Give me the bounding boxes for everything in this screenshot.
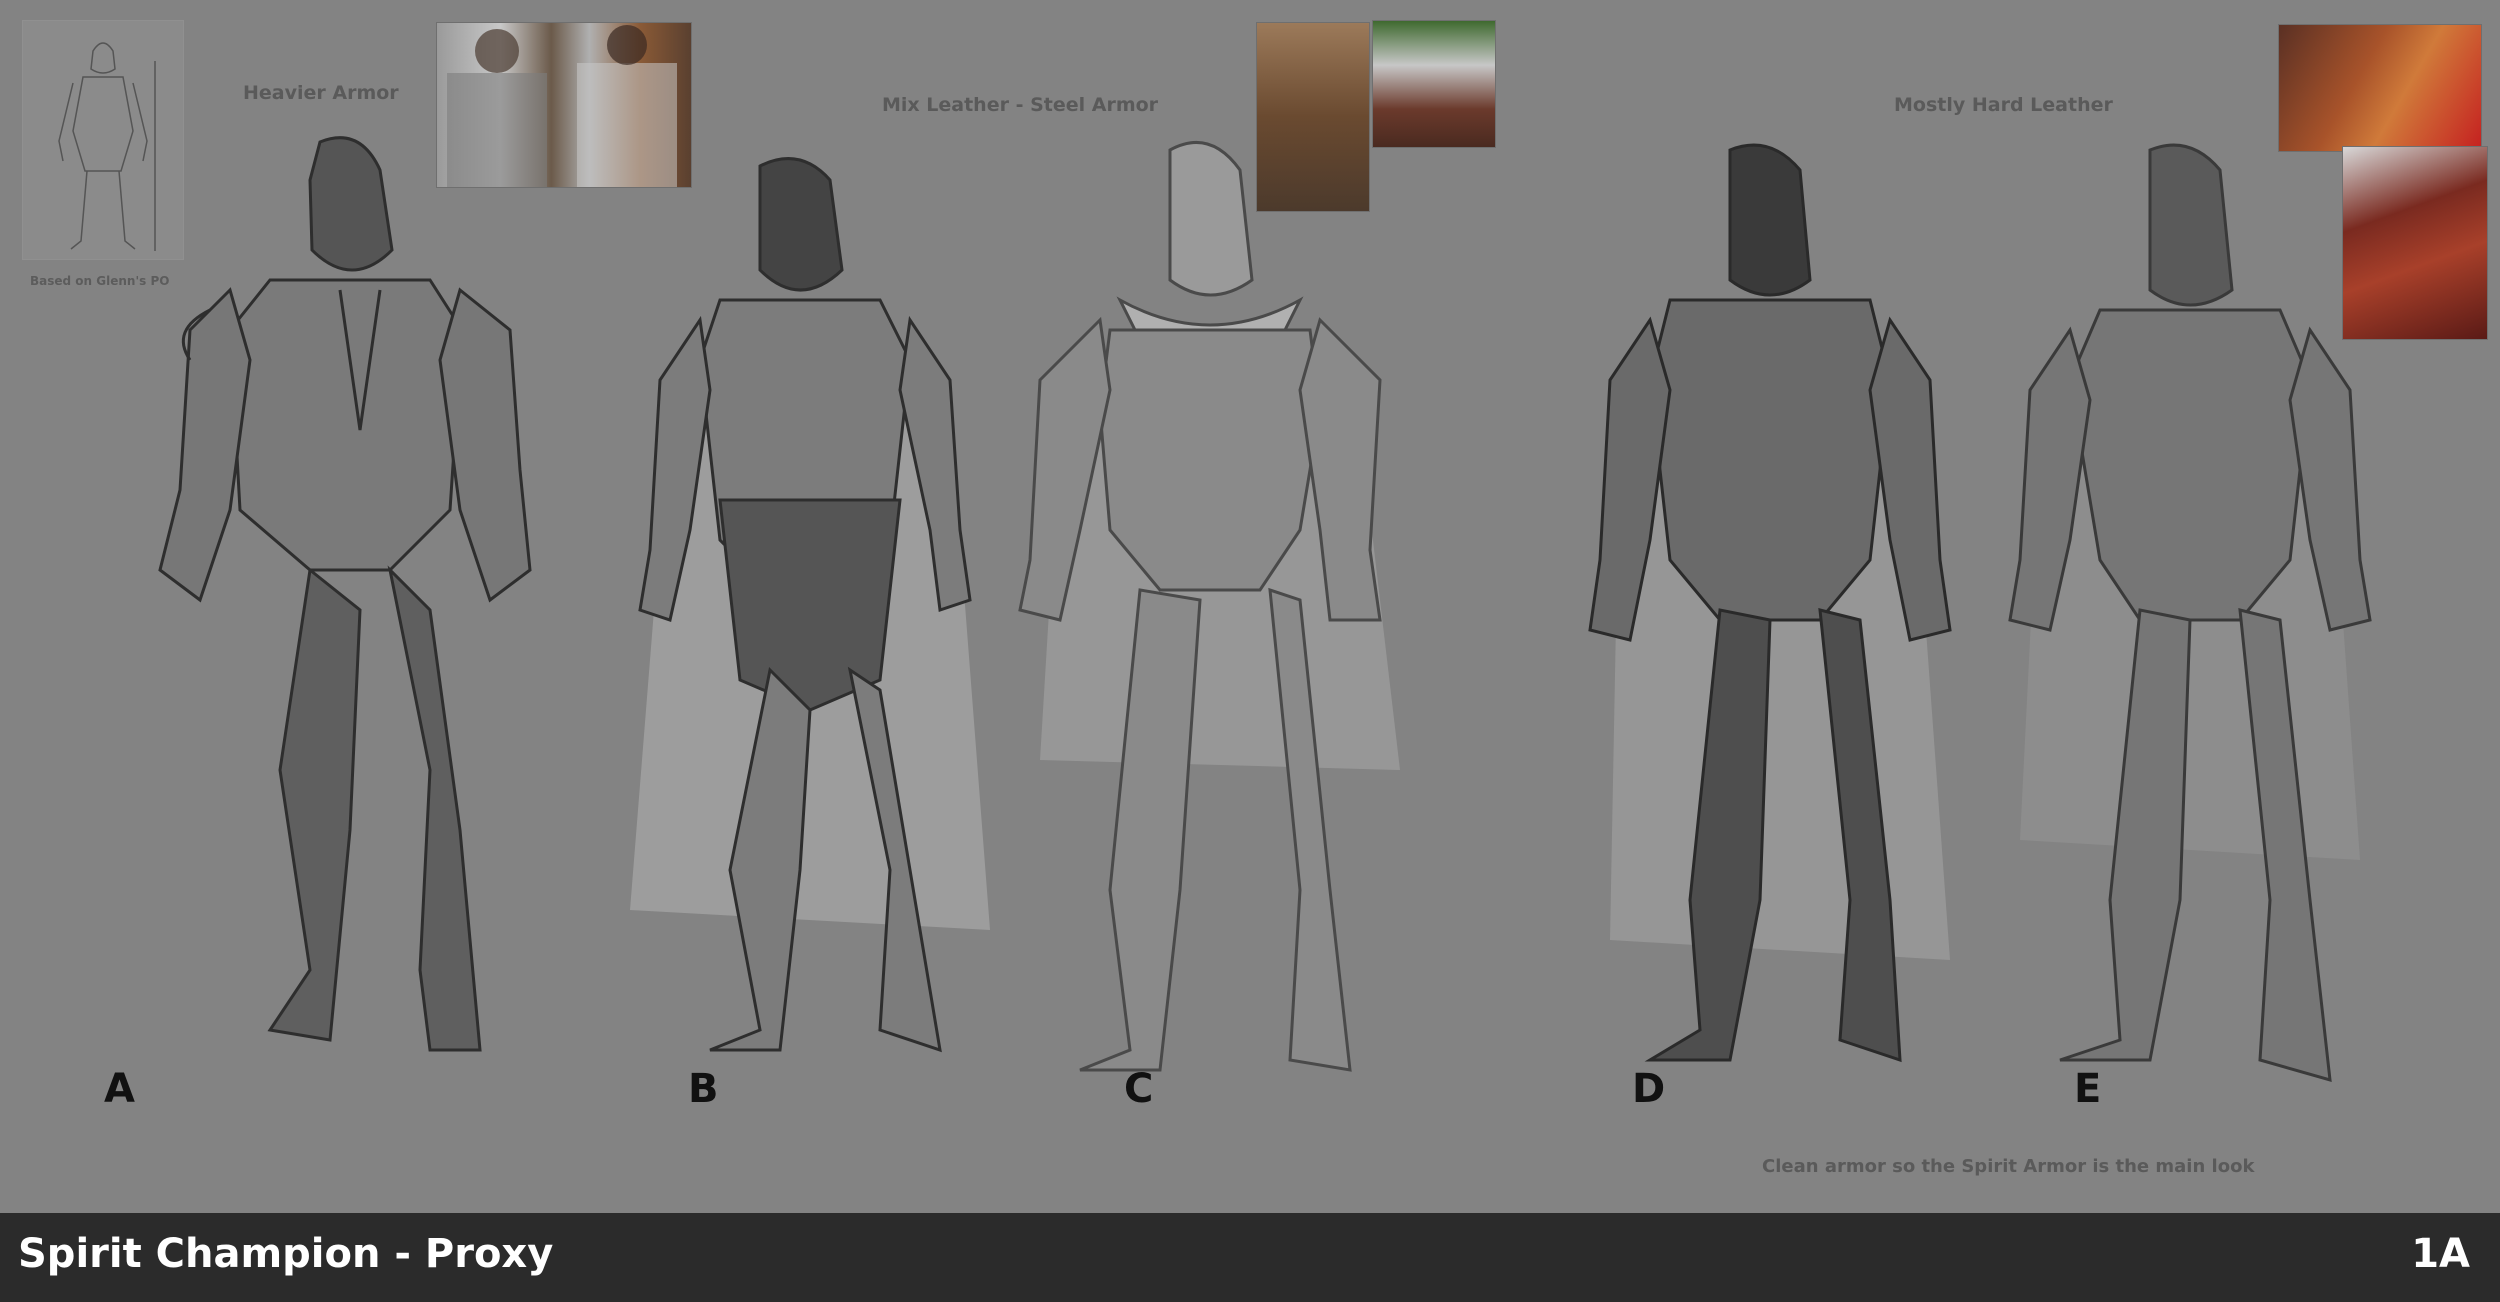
variant-label-d: D: [1632, 1066, 1666, 1112]
concept-sheet-canvas: Based on Glenn's PO Heavier Armor Mix Le…: [0, 0, 2500, 1213]
variant-label-b: B: [688, 1066, 719, 1112]
figure-e-sketch: [2008, 143, 2372, 1083]
reference-photo-leather-bracer: [2278, 24, 2482, 152]
variant-label-c: C: [1124, 1066, 1154, 1112]
section-label-heavier: Heavier Armor: [243, 82, 399, 104]
variant-label-a: A: [104, 1066, 135, 1112]
reference-photo-steel-helm: [1372, 20, 1496, 148]
design-note: Clean armor so the Spirit Armor is the m…: [1762, 1156, 2255, 1177]
section-label-leather: Mostly Hard Leather: [1894, 94, 2113, 116]
section-label-mix: Mix Leather - Steel Armor: [882, 94, 1159, 116]
sheet-code: 1A: [2411, 1231, 2470, 1277]
figure-a-sketch: [158, 136, 532, 1052]
variant-label-e: E: [2074, 1066, 2102, 1112]
sheet-title: Spirit Champion - Proxy: [18, 1231, 554, 1277]
footer-bar: Spirit Champion - Proxy 1A: [0, 1213, 2500, 1302]
figure-b-sketch: [630, 157, 990, 1053]
figure-c-sketch: [1018, 141, 1400, 1072]
figure-d-sketch: [1588, 143, 1952, 1063]
